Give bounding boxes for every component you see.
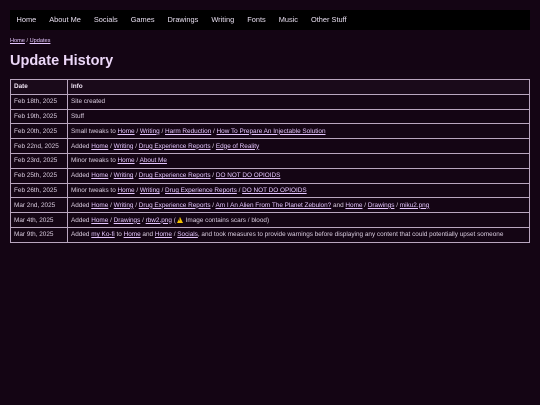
info-link[interactable]: About Me <box>140 157 167 164</box>
info-text: Site created <box>71 98 106 106</box>
info-link[interactable]: Writing <box>140 187 160 194</box>
info-text: Minor tweaks to <box>71 186 118 194</box>
update-info: Stuff <box>67 108 530 125</box>
info-link[interactable]: Home <box>91 143 108 150</box>
table-header-row: Date Info <box>10 79 530 95</box>
nav-item-other-stuff[interactable]: Other Stuff <box>305 10 354 30</box>
info-text: , and took measures to provide warnings … <box>197 231 504 239</box>
column-header-info: Info <box>67 79 530 95</box>
nav-item-games[interactable]: Games <box>124 10 161 30</box>
update-date: Mar 2nd, 2025 <box>10 197 68 214</box>
info-text: Stuff <box>71 112 85 120</box>
table-row: Mar 4th, 2025 Added Home / Drawings / rbw… <box>10 212 530 228</box>
info-text: Added <box>71 216 92 224</box>
table-row: Feb 26th, 2025 Minor tweaks to Home / Wri… <box>10 182 530 199</box>
table-row: Feb 20th, 2025 Small tweaks to Home / Wri… <box>10 123 530 140</box>
update-date: Feb 18th, 2025 <box>10 93 68 110</box>
update-date: Mar 9th, 2025 <box>10 226 68 243</box>
nav-item-fonts[interactable]: Fonts <box>241 10 272 30</box>
info-link[interactable]: Drug Experience Reports <box>165 187 237 194</box>
info-text: Added <box>71 172 92 180</box>
update-info: Small tweaks to Home / Writing / Harm Re… <box>67 123 530 140</box>
update-info: Minor tweaks to Home / About Me <box>67 152 530 169</box>
table-row: Feb 22nd, 2025 Added Home / Writing / Dru… <box>10 138 530 154</box>
warning-icon <box>176 216 183 223</box>
update-info: Added Home / Writing / Drug Experience R… <box>67 138 530 154</box>
update-date: Mar 4th, 2025 <box>10 212 68 228</box>
info-text: Small tweaks to <box>71 127 118 135</box>
update-date: Feb 19th, 2025 <box>10 108 68 125</box>
info-link[interactable]: Home <box>155 231 172 238</box>
update-date: Feb 22nd, 2025 <box>10 138 68 154</box>
update-info: Minor tweaks to Home / Writing / Drug Ex… <box>67 182 530 199</box>
info-link[interactable]: Drug Experience Reports <box>139 172 211 179</box>
breadcrumb-home-link[interactable]: Home <box>10 38 25 44</box>
update-info: Added my Ko-fi to Home and Home / Social… <box>67 226 530 243</box>
info-text: ( <box>171 216 176 224</box>
table-row: Mar 9th, 2025 Added my Ko-fi to Home and … <box>10 226 530 243</box>
breadcrumb: Home / Updates <box>10 38 50 44</box>
info-link[interactable]: Home <box>118 157 135 164</box>
info-link[interactable]: rbw2.png <box>146 217 172 224</box>
info-link[interactable]: Home <box>91 172 108 179</box>
info-link[interactable]: miku2.png <box>400 202 430 209</box>
info-link[interactable]: How To Prepare An Injectable Solution <box>217 128 326 135</box>
info-text: Image contains scars / blood) <box>183 216 270 224</box>
info-link[interactable]: Writing <box>114 202 134 209</box>
info-text: Minor tweaks to <box>71 157 118 165</box>
column-header-date: Date <box>10 79 68 95</box>
info-link[interactable]: Home <box>91 202 108 209</box>
page-title: Update History <box>10 53 114 69</box>
info-link[interactable]: DO NOT DO OPIOIDS <box>242 187 307 194</box>
info-link[interactable]: Drawings <box>368 202 395 209</box>
info-link[interactable]: Home <box>118 187 135 194</box>
info-link[interactable]: Drawings <box>114 217 141 224</box>
info-text: Added <box>71 201 92 209</box>
nav-item-socials[interactable]: Socials <box>87 10 124 30</box>
info-text: Added <box>71 231 92 239</box>
nav-item-music[interactable]: Music <box>272 10 304 30</box>
info-text: Added <box>71 142 92 150</box>
info-link[interactable]: Home <box>124 231 141 238</box>
info-link[interactable]: Drug Experience Reports <box>139 202 211 209</box>
update-date: Feb 23rd, 2025 <box>10 152 68 169</box>
update-info: Added Home / Drawings / rbw2.png ( Image… <box>67 212 530 228</box>
nav-item-home[interactable]: Home <box>10 10 43 30</box>
update-date: Feb 25th, 2025 <box>10 167 68 184</box>
update-info: Site created <box>67 93 530 110</box>
nav-item-about-me[interactable]: About Me <box>43 10 88 30</box>
top-navbar: Home About Me Socials Games Drawings Writing F… <box>10 10 530 30</box>
info-link[interactable]: Home <box>345 202 362 209</box>
nav-item-writing[interactable]: Writing <box>205 10 241 30</box>
info-link[interactable]: Writing <box>114 172 134 179</box>
update-date: Feb 20th, 2025 <box>10 123 68 140</box>
info-link[interactable]: Drug Experience Reports <box>139 143 211 150</box>
table-row: Feb 25th, 2025 Added Home / Writing / Dru… <box>10 167 530 184</box>
info-link[interactable]: Writing <box>114 143 134 150</box>
breadcrumb-current-link[interactable]: Updates <box>30 38 51 44</box>
info-link[interactable]: Am I An Alien From The Planet Zebulon? <box>216 202 332 209</box>
info-text: to <box>114 231 124 239</box>
info-link[interactable]: Harm Reduction <box>165 128 211 135</box>
info-text: and <box>140 231 155 239</box>
table-row: Feb 18th, 2025 Site created <box>10 93 530 110</box>
info-link[interactable]: Home <box>91 217 108 224</box>
table-row: Mar 2nd, 2025 Added Home / Writing / Drug… <box>10 197 530 214</box>
info-link[interactable]: Socials <box>177 231 198 238</box>
table-row: Feb 19th, 2025 Stuff <box>10 108 530 125</box>
update-info: Added Home / Writing / Drug Experience R… <box>67 167 530 184</box>
update-date: Feb 26th, 2025 <box>10 182 68 199</box>
info-link[interactable]: Home <box>118 128 135 135</box>
info-link[interactable]: Edge of Reality <box>216 143 259 150</box>
info-text: and <box>331 201 346 209</box>
table-row: Feb 23rd, 2025 Minor tweaks to Home / Abo… <box>10 152 530 169</box>
info-link[interactable]: Writing <box>140 128 160 135</box>
nav-item-drawings[interactable]: Drawings <box>161 10 205 30</box>
info-link[interactable]: my Ko-fi <box>91 231 114 238</box>
info-link[interactable]: DO NOT DO OPIOIDS <box>216 172 281 179</box>
update-info: Added Home / Writing / Drug Experience R… <box>67 197 530 214</box>
update-history-table: Date Info Feb 18th, 2025 Site created Feb … <box>10 79 530 243</box>
